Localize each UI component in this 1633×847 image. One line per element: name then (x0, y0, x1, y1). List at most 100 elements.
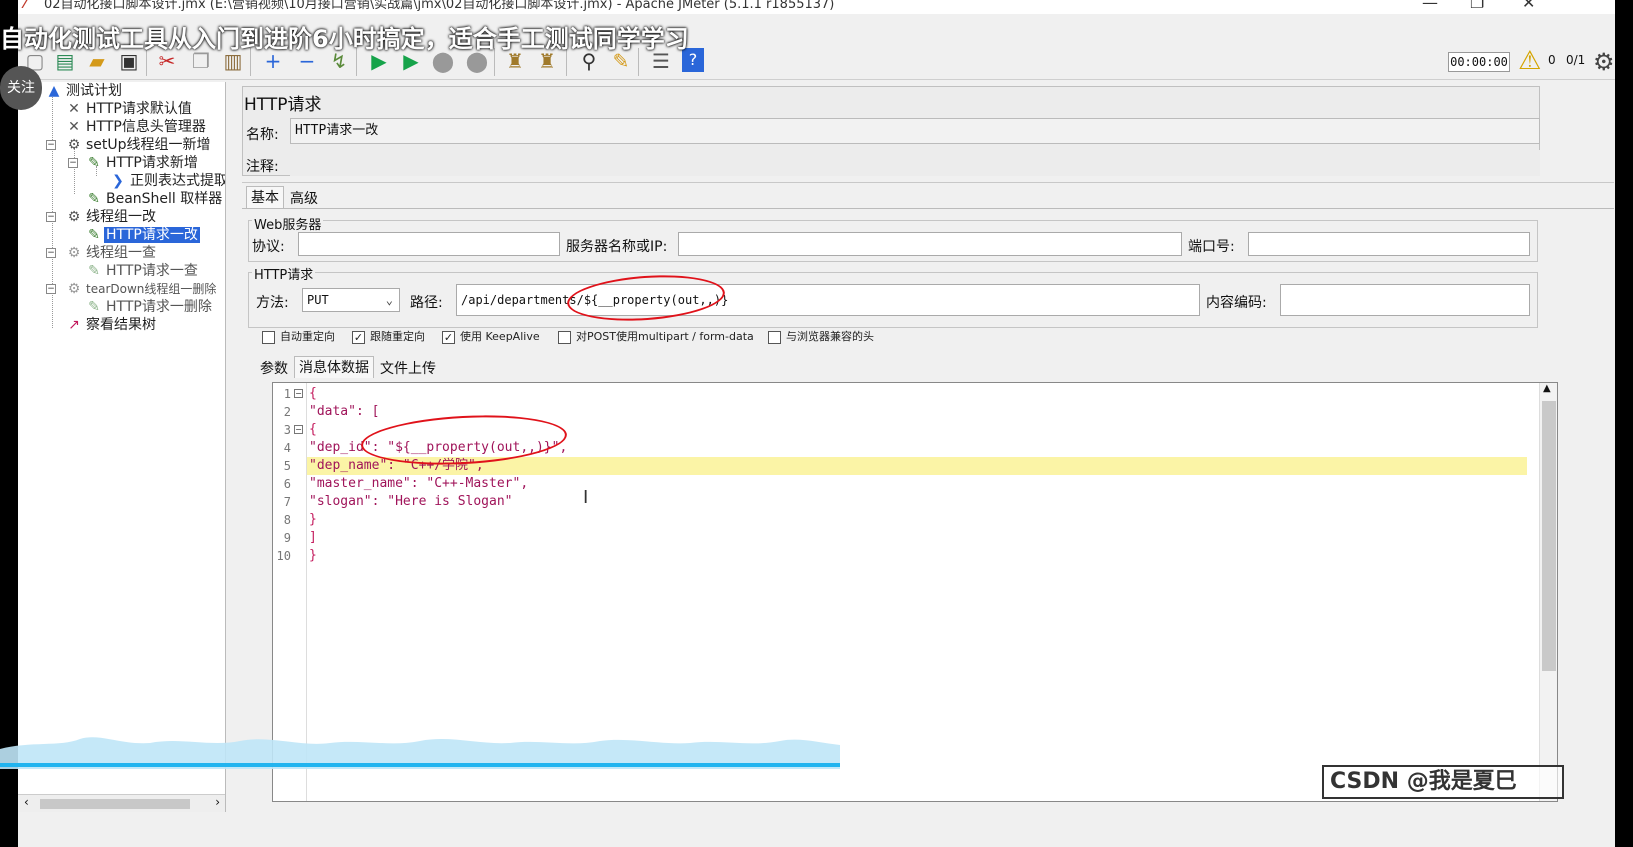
tab-parameters[interactable]: 参数 (256, 358, 292, 380)
name-label: 名称: (246, 127, 279, 143)
code-line: "slogan": "Here is Slogan" (309, 494, 513, 509)
tree-node-teardown-thread-group[interactable]: ⚙ tearDown线程组一删除 (64, 280, 218, 298)
content-encoding-input[interactable] (1280, 284, 1530, 316)
protocol-label: 协议: (252, 239, 285, 255)
tree-horizontal-scrollbar[interactable]: ‹ › (18, 794, 225, 812)
minimize-button[interactable]: — (1422, 0, 1438, 11)
sampler-icon: ✎ (88, 263, 100, 279)
checkbox-multipart[interactable]: 对POST使用multipart / form-data (558, 328, 754, 344)
editor-vertical-scrollbar[interactable]: ▲ (1539, 383, 1557, 801)
thread-group-icon: ⚙ (67, 245, 81, 261)
line-number: 7 (283, 495, 291, 509)
checkmark-icon[interactable]: ✓ (352, 330, 365, 344)
collapse-toggle[interactable]: − (46, 284, 56, 294)
server-name-label: 服务器名称或IP: (566, 239, 668, 255)
tree-node-http-defaults[interactable]: ✕ HTTP请求默认值 (64, 100, 194, 118)
config-icon: ✕ (68, 119, 80, 135)
window-title: 02自动化接口脚本设计.jmx (E:\营销视频\10月接口营销\实战篇\jmx… (44, 0, 835, 12)
test-plan-icon: ▲ (48, 83, 60, 99)
error-count: 0 (1548, 53, 1556, 67)
tab-files-upload[interactable]: 文件上传 (376, 358, 440, 380)
tree-node-setup-thread-group[interactable]: ⚙ setUp线程组一新增 (64, 136, 213, 154)
line-number: 3 (283, 423, 291, 437)
name-field[interactable]: HTTP请求一改 (290, 118, 1540, 144)
protocol-input[interactable] (298, 232, 560, 256)
fold-icon[interactable]: − (294, 389, 303, 398)
tree-node-thread-group-query[interactable]: ⚙ 线程组一查 (64, 244, 158, 262)
scroll-up-icon[interactable]: ▲ (1543, 383, 1551, 394)
checkbox-auto-redirect[interactable]: 自动重定向 (262, 328, 335, 344)
test-plan-tree: ▲ 测试计划 ✕ HTTP请求默认值 ✕ HTTP信息头管理器 − ⚙ setUp线程组… (18, 82, 226, 812)
remote-engine-icon: ⚙ (1593, 48, 1615, 76)
line-number: 10 (276, 549, 291, 563)
checkmark-icon[interactable]: ✓ (442, 330, 455, 344)
checkbox-keepalive[interactable]: ✓ 使用 KeepAlive (442, 328, 540, 344)
thread-group-icon: ⚙ (67, 209, 81, 225)
server-name-input[interactable] (678, 232, 1182, 256)
tree-node-http-delete[interactable]: ✎ HTTP请求一删除 (84, 298, 214, 316)
thread-group-icon: ⚙ (67, 281, 81, 297)
maximize-button[interactable]: ❐ (1470, 0, 1484, 11)
fold-icon[interactable]: − (294, 425, 303, 434)
panel-title: HTTP请求 (244, 95, 322, 115)
checkbox-follow-redirects[interactable]: ✓ 跟随重定向 (352, 328, 425, 344)
follow-button[interactable]: 关注 (0, 66, 42, 110)
collapse-toggle[interactable]: − (68, 158, 78, 168)
collapse-toggle[interactable]: − (46, 212, 56, 222)
tree-node-http-query[interactable]: ✎ HTTP请求一查 (84, 262, 200, 280)
collapse-toggle[interactable]: − (46, 248, 56, 258)
tab-body-data[interactable]: 消息体数据 (294, 356, 374, 378)
close-button[interactable]: ✕ (1522, 0, 1535, 11)
path-label: 路径: (410, 295, 443, 311)
line-number: 8 (283, 513, 291, 527)
text-cursor-icon: I (583, 487, 589, 508)
comment-field[interactable] (290, 150, 1540, 176)
sampler-icon: ✎ (88, 227, 100, 243)
code-line: ] (309, 530, 317, 545)
sampler-icon: ✎ (88, 155, 100, 171)
chevron-down-icon: ⌄ (385, 293, 393, 307)
csdn-watermark: CSDN @我是夏巳 (1322, 765, 1564, 799)
line-number: 1 (283, 387, 291, 401)
comment-label: 注释: (246, 159, 279, 175)
extractor-icon: ❯ (112, 173, 124, 189)
video-caption: 自动化测试工具从入门到进阶6小时搞定，适合手工测试同学学习 (0, 25, 689, 53)
checkbox-box[interactable] (558, 330, 571, 344)
tree-node-header-manager[interactable]: ✕ HTTP信息头管理器 (64, 118, 208, 136)
web-server-title: Web服务器 (252, 214, 324, 233)
line-number: 4 (283, 441, 291, 455)
port-label: 端口号: (1188, 239, 1235, 255)
method-value: PUT (307, 293, 329, 307)
collapse-toggle[interactable]: − (46, 140, 56, 150)
tree-node-beanshell[interactable]: ✎ BeanShell 取样器 (84, 190, 224, 208)
tree-node-results-tree[interactable]: ↗ 察看结果树 (64, 316, 158, 334)
code-line: { (309, 386, 317, 401)
tab-basic[interactable]: 基本 (246, 186, 284, 208)
tree-node-regex-extractor[interactable]: ❯ 正则表达式提取 (108, 172, 225, 190)
sampler-icon: ✎ (88, 191, 100, 207)
scroll-right-icon[interactable]: › (215, 795, 220, 809)
scroll-left-icon[interactable]: ‹ (24, 795, 29, 809)
tree-node-http-update[interactable]: ✎ HTTP请求一改 (84, 226, 200, 244)
tree-node-thread-group-update[interactable]: ⚙ 线程组一改 (64, 208, 158, 226)
method-select[interactable]: PUT ⌄ (302, 288, 400, 312)
tree-node-test-plan[interactable]: ▲ 测试计划 (44, 82, 124, 100)
tab-advanced[interactable]: 高级 (286, 188, 322, 210)
warning-icon[interactable]: ⚠ (1518, 46, 1541, 76)
audio-wave-decoration (0, 737, 840, 769)
port-input[interactable] (1248, 232, 1530, 256)
line-number: 6 (283, 477, 291, 491)
elapsed-timer: 00:00:00 (1448, 52, 1510, 72)
listener-icon: ↗ (68, 317, 80, 333)
code-line: "master_name": "C++-Master", (309, 476, 529, 491)
active-thread-ratio: 0/1 (1566, 53, 1586, 67)
code-line: } (309, 512, 317, 527)
checkbox-box[interactable] (262, 330, 275, 344)
title-bar: ⁄ 02自动化接口脚本设计.jmx (E:\营销视频\10月接口营销\实战篇\j… (18, 0, 1615, 14)
tree-node-http-add[interactable]: ✎ HTTP请求新增 (84, 154, 200, 172)
checkbox-browser-headers[interactable]: 与浏览器兼容的头 (768, 328, 874, 344)
jmeter-window: ⁄ 02自动化接口脚本设计.jmx (E:\营销视频\10月接口营销\实战篇\j… (18, 0, 1615, 847)
line-number: 2 (283, 405, 291, 419)
checkbox-box[interactable] (768, 330, 781, 344)
config-icon: ✕ (68, 101, 80, 117)
